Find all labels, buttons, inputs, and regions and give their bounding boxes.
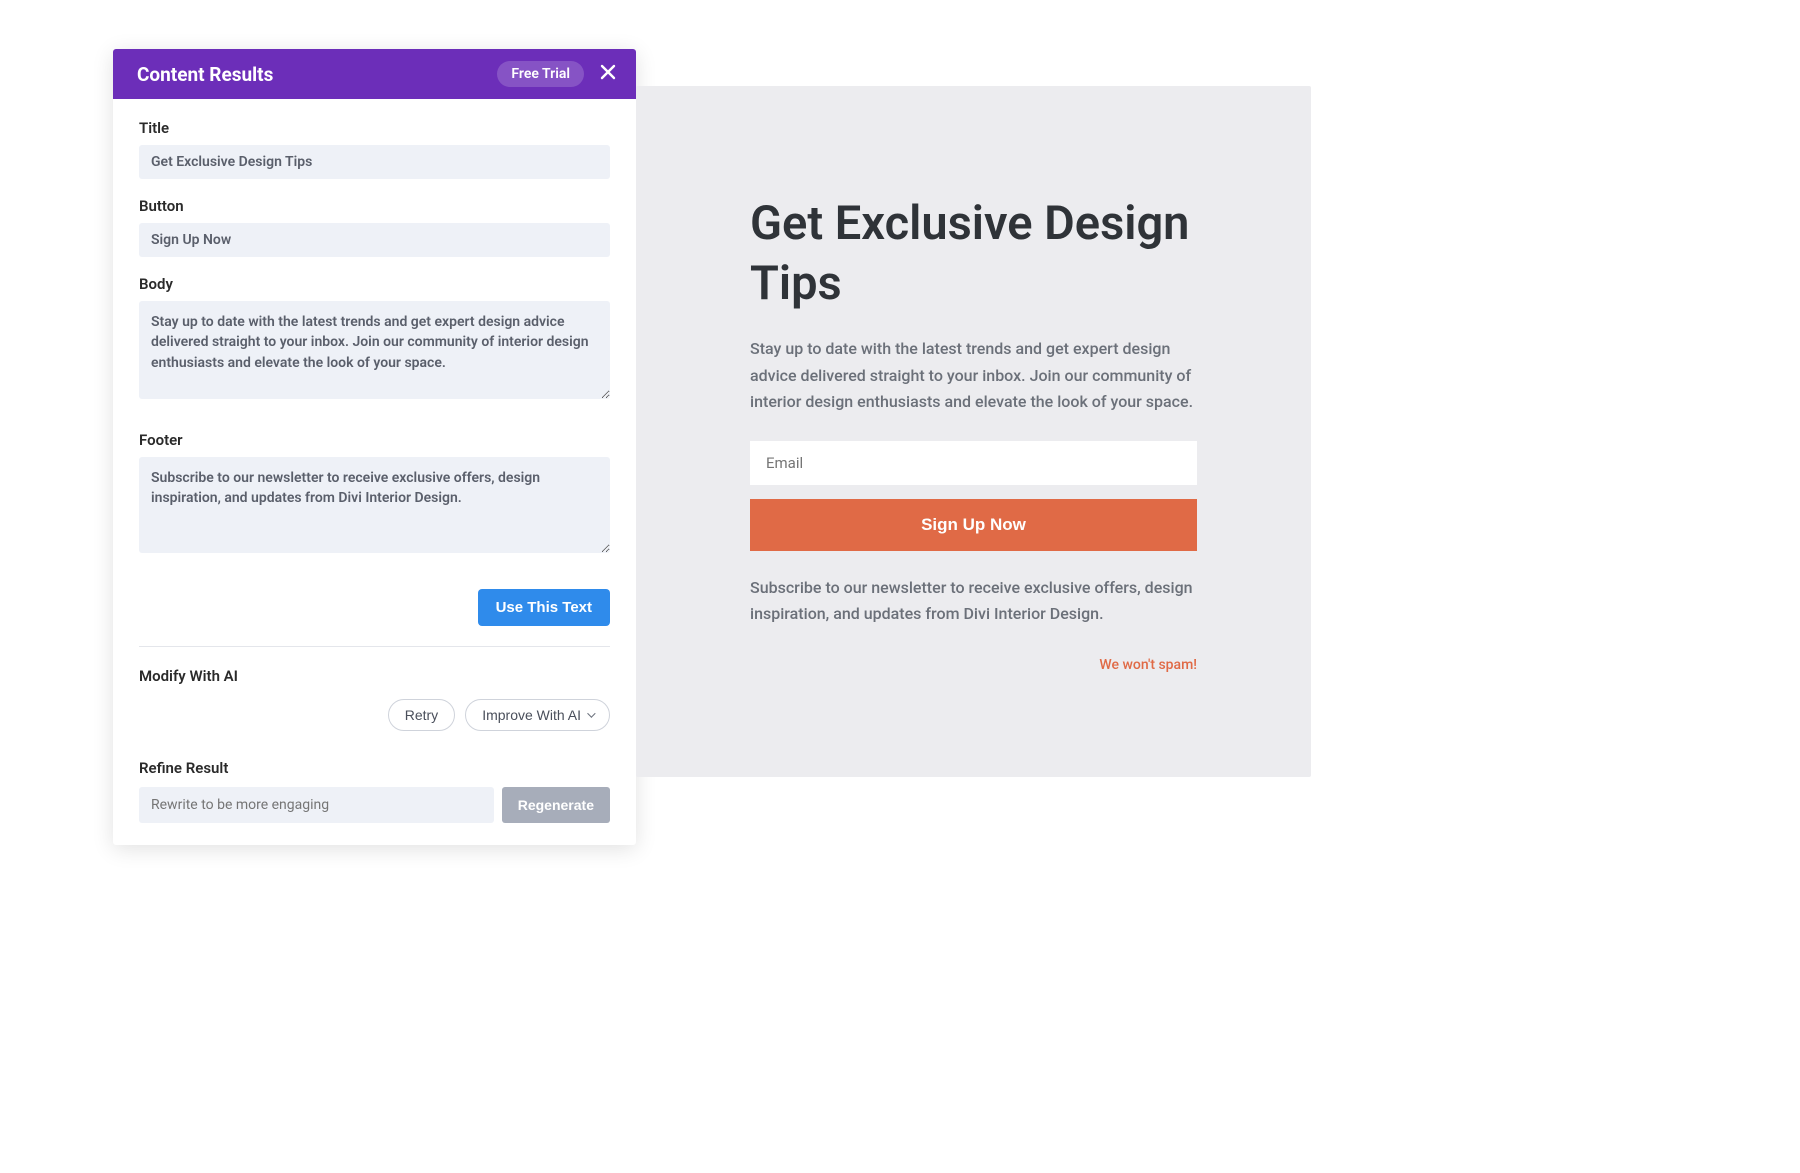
panel-header: Content Results Free Trial <box>113 49 636 99</box>
footer-label: Footer <box>139 431 610 449</box>
regenerate-button[interactable]: Regenerate <box>502 787 610 823</box>
improve-with-ai-label: Improve With AI <box>482 707 581 723</box>
chevron-down-icon <box>587 709 595 717</box>
preview-body: Stay up to date with the latest trends a… <box>750 336 1197 415</box>
panel-header-actions: Free Trial <box>497 61 618 87</box>
body-label: Body <box>139 275 610 293</box>
close-button[interactable] <box>598 64 618 84</box>
refine-input[interactable] <box>139 787 494 823</box>
button-input[interactable] <box>139 223 610 257</box>
email-input[interactable] <box>750 441 1197 485</box>
modify-with-ai-label: Modify With AI <box>139 667 610 685</box>
use-this-text-button[interactable]: Use This Text <box>478 589 610 626</box>
retry-button[interactable]: Retry <box>388 699 455 731</box>
use-text-row: Use This Text <box>139 589 610 647</box>
preview-heading: Get Exclusive Design Tips <box>750 194 1197 314</box>
refine-row: Regenerate <box>139 787 610 823</box>
modify-row: Retry Improve With AI <box>139 699 610 731</box>
panel-title: Content Results <box>137 63 273 86</box>
panel-body: Title Button Body Footer Use This Text M… <box>113 99 636 845</box>
title-label: Title <box>139 119 610 137</box>
content-results-panel: Content Results Free Trial Title Button … <box>113 49 636 845</box>
preview-pane: Get Exclusive Design Tips Stay up to dat… <box>636 86 1311 777</box>
free-trial-button[interactable]: Free Trial <box>497 61 584 87</box>
close-icon <box>600 64 616 84</box>
button-label: Button <box>139 197 610 215</box>
refine-result-label: Refine Result <box>139 759 610 777</box>
sign-up-button[interactable]: Sign Up Now <box>750 499 1197 551</box>
title-input[interactable] <box>139 145 610 179</box>
body-textarea[interactable] <box>139 301 610 399</box>
preview-footer: Subscribe to our newsletter to receive e… <box>750 575 1197 626</box>
footer-textarea[interactable] <box>139 457 610 553</box>
improve-with-ai-button[interactable]: Improve With AI <box>465 699 610 731</box>
spam-note: We won't spam! <box>750 657 1197 673</box>
